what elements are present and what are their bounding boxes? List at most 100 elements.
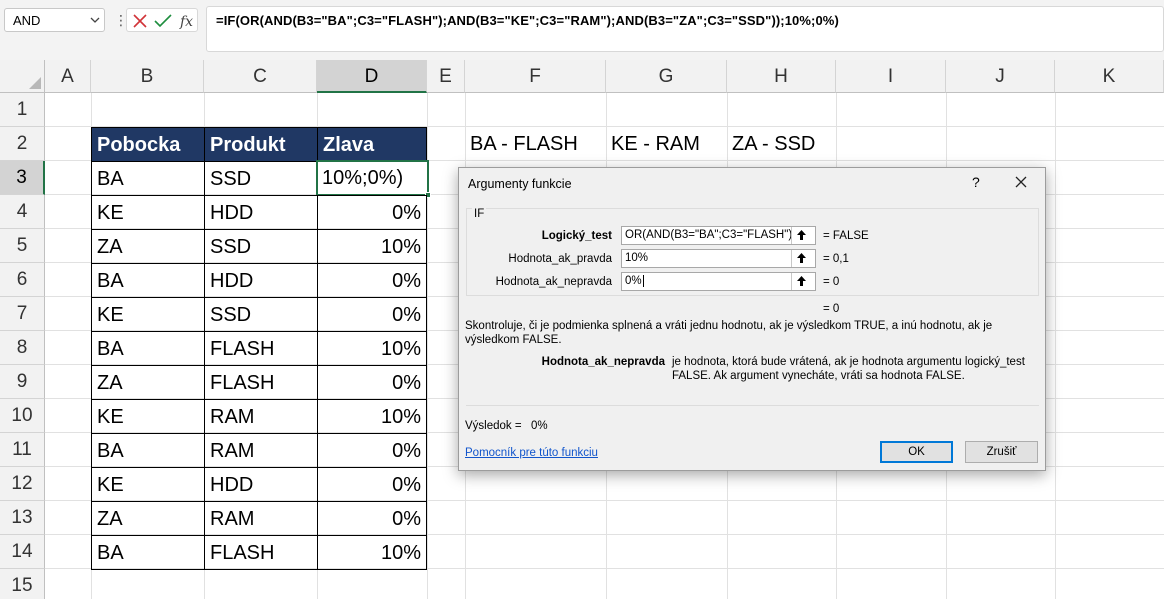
row-header[interactable]: 13 [0, 501, 45, 535]
arg-input-hodnota-ak-pravda[interactable]: 10% [621, 249, 816, 268]
row-header[interactable]: 14 [0, 535, 45, 569]
column-header-i[interactable]: I [836, 60, 946, 93]
column-header-h[interactable]: H [727, 60, 836, 93]
arg-result: = 0,1 [823, 253, 849, 265]
arg-result: = FALSE [823, 230, 869, 242]
table-cell[interactable]: 0% [317, 467, 427, 502]
table-header-produkt[interactable]: Produkt [204, 127, 318, 162]
cancel-icon[interactable] [132, 13, 148, 29]
table-cell[interactable]: 0% [317, 297, 427, 332]
table-cell[interactable]: 0% [317, 365, 427, 400]
insert-function-icon[interactable]: fx [180, 14, 193, 30]
arg-label-hodnota-ak-pravda: Hodnota_ak_pravda [508, 253, 612, 265]
table-cell[interactable]: 0% [317, 501, 427, 536]
formula-input[interactable]: =IF(OR(AND(B3="BA";C3="FLASH");AND(B3="K… [206, 6, 1164, 52]
table-cell[interactable]: ZA [91, 365, 205, 400]
table-cell[interactable]: KE [91, 195, 205, 230]
active-cell-d3[interactable]: 10%;0%) [316, 160, 431, 198]
column-header-b[interactable]: B [91, 60, 204, 93]
table-cell[interactable]: RAM [204, 433, 318, 468]
table-cell[interactable]: KE [91, 399, 205, 434]
table-cell[interactable]: 0% [317, 195, 427, 230]
table-cell[interactable]: BA [91, 433, 205, 468]
table-cell[interactable]: 0% [317, 433, 427, 468]
cell-h2[interactable]: ZA - SSD [727, 127, 836, 161]
table-cell[interactable]: HDD [204, 467, 318, 502]
table-cell[interactable]: KE [91, 297, 205, 332]
table-cell[interactable]: SSD [204, 161, 318, 196]
formula-text: =IF(OR(AND(B3="BA";C3="FLASH");AND(B3="K… [216, 13, 839, 28]
row-header[interactable]: 8 [0, 331, 45, 365]
ok-button[interactable]: OK [880, 441, 953, 463]
row-header[interactable]: 9 [0, 365, 45, 399]
select-all-corner[interactable] [0, 60, 45, 93]
table-cell[interactable]: BA [91, 263, 205, 298]
row-header[interactable]: 1 [0, 93, 45, 127]
column-header-e[interactable]: E [427, 60, 465, 93]
row-header[interactable]: 5 [0, 229, 45, 263]
cell-f2[interactable]: BA - FLASH [465, 127, 606, 161]
row-header[interactable]: 11 [0, 433, 45, 467]
table-cell[interactable]: FLASH [204, 535, 318, 570]
vysledok-value: 0% [531, 420, 548, 432]
arg-input-hodnota-ak-nepravda[interactable]: 0% [621, 272, 816, 291]
table-cell[interactable]: HDD [204, 195, 318, 230]
column-header-k[interactable]: K [1055, 60, 1164, 93]
name-box[interactable]: AND [4, 8, 105, 32]
table-cell[interactable]: 10% [317, 229, 427, 264]
dialog-title: Argumenty funkcie [468, 177, 572, 191]
help-icon[interactable]: ? [972, 174, 980, 190]
column-header-f[interactable]: F [465, 60, 606, 93]
table-cell[interactable]: 10% [317, 399, 427, 434]
function-help-link[interactable]: Pomocník pre túto funkciu [465, 447, 598, 459]
row-header[interactable]: 12 [0, 467, 45, 501]
row-header[interactable]: 3 [0, 161, 45, 195]
table-cell[interactable]: SSD [204, 229, 318, 264]
vysledok-label: Výsledok = [465, 420, 522, 432]
arg-input-logicky-test[interactable]: OR(AND(B3="BA";C3="FLASH");A [621, 226, 816, 245]
collapse-dialog-button[interactable] [791, 250, 810, 267]
table-cell[interactable]: FLASH [204, 365, 318, 400]
table-header-pobocka[interactable]: Pobocka [91, 127, 205, 162]
table-cell[interactable]: RAM [204, 501, 318, 536]
arg-label-hodnota-ak-nepravda: Hodnota_ak_nepravda [495, 276, 612, 288]
row-header[interactable]: 10 [0, 399, 45, 433]
table-cell[interactable]: BA [91, 161, 205, 196]
row-header[interactable]: 2 [0, 127, 45, 161]
column-header-j[interactable]: J [946, 60, 1055, 93]
table-header-zlava[interactable]: Zlava [317, 127, 427, 162]
table-cell[interactable]: KE [91, 467, 205, 502]
table-cell[interactable]: ZA [91, 229, 205, 264]
collapse-arrow-icon [797, 276, 806, 286]
cancel-button[interactable]: Zrušiť [965, 441, 1038, 463]
row-header[interactable]: 15 [0, 569, 45, 599]
table-cell[interactable]: 10% [317, 535, 427, 570]
column-header-a[interactable]: A [45, 60, 91, 93]
row-header[interactable]: 4 [0, 195, 45, 229]
table-cell[interactable]: 0% [317, 263, 427, 298]
collapse-dialog-button[interactable] [791, 227, 810, 244]
enter-check-icon[interactable] [154, 13, 172, 29]
column-header-d[interactable]: D [317, 60, 427, 93]
close-icon[interactable] [1011, 172, 1031, 192]
table-cell[interactable]: SSD [204, 297, 318, 332]
table-cell[interactable]: BA [91, 535, 205, 570]
text-cursor [642, 275, 644, 287]
row-header[interactable]: 7 [0, 297, 45, 331]
column-header-c[interactable]: C [204, 60, 317, 93]
table-cell[interactable]: BA [91, 331, 205, 366]
arg-value: OR(AND(B3="BA";C3="FLASH");A [625, 229, 804, 241]
formula-bar: AND ⋮ fx =IF(OR(AND(B3="BA";C3="FLASH");… [0, 0, 1164, 60]
gridline [1055, 93, 1056, 599]
table-cell[interactable]: ZA [91, 501, 205, 536]
cell-g2[interactable]: KE - RAM [606, 127, 727, 161]
row-header[interactable]: 6 [0, 263, 45, 297]
table-cell[interactable]: HDD [204, 263, 318, 298]
table-cell[interactable]: RAM [204, 399, 318, 434]
collapse-dialog-button[interactable] [791, 273, 810, 290]
table-cell[interactable]: 10% [317, 331, 427, 366]
arg-help-text: je hodnota, ktorá bude vrátená, ak je ho… [672, 356, 1025, 382]
table-cell[interactable]: FLASH [204, 331, 318, 366]
column-header-g[interactable]: G [606, 60, 727, 93]
function-name: IF [472, 208, 487, 220]
